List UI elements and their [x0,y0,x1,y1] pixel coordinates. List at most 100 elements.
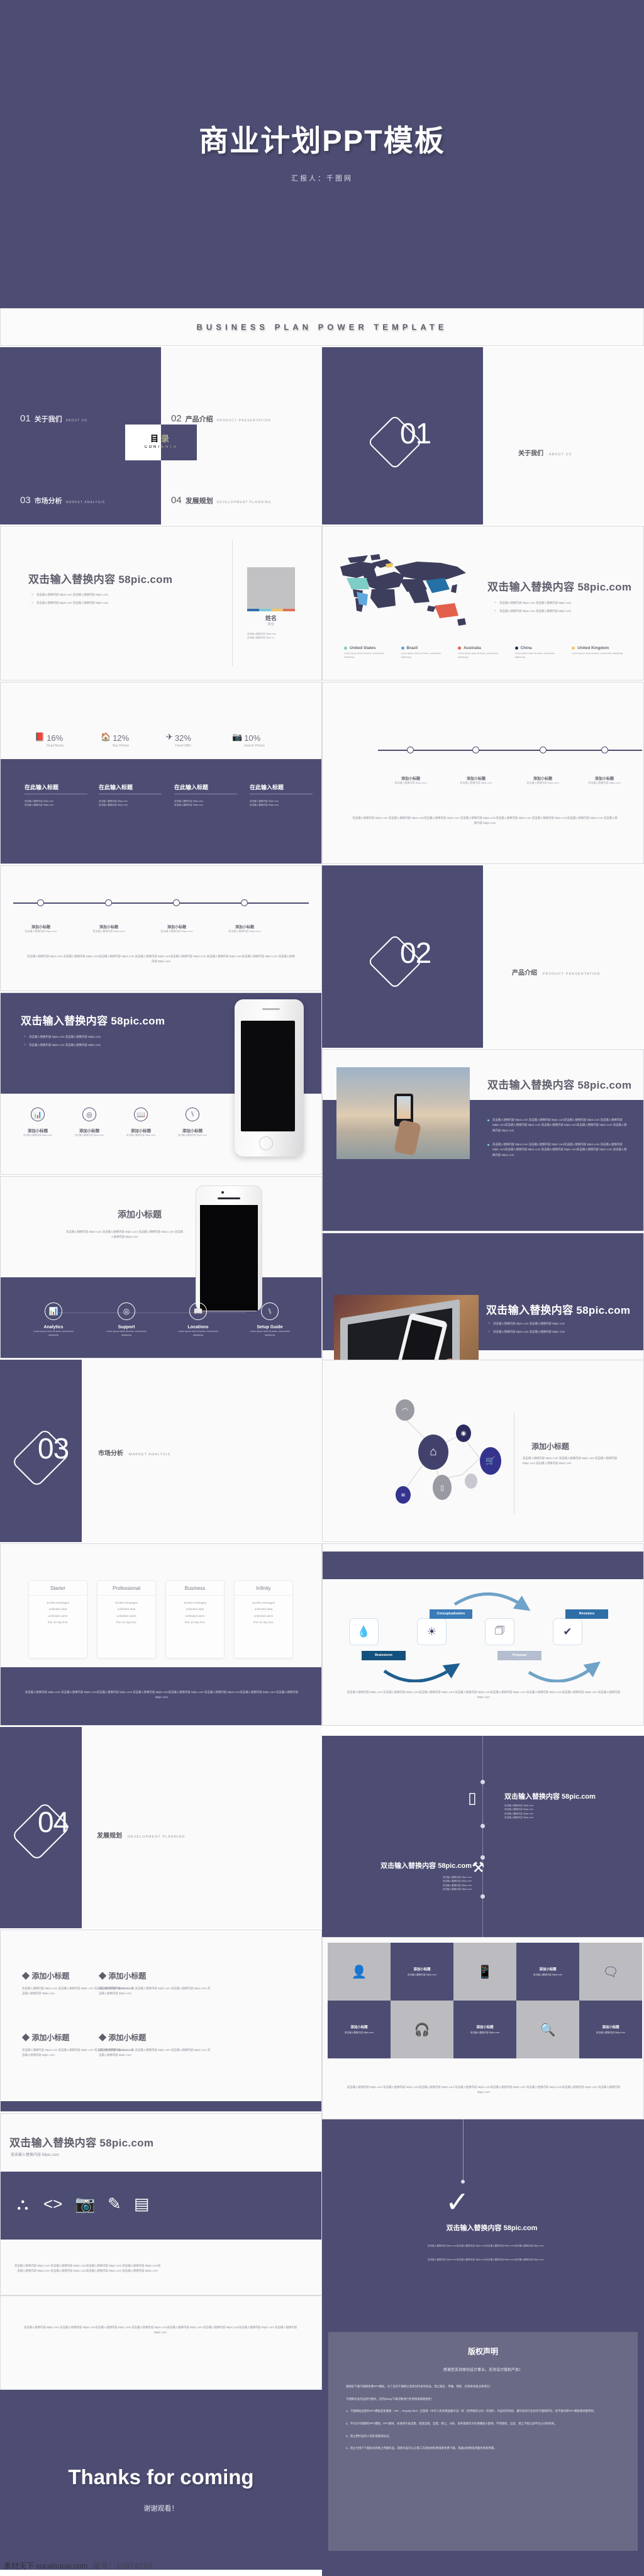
film-icon[interactable]: ▤ [134,2194,150,2214]
tile-headphones[interactable]: 🎧 [391,2001,453,2058]
phone-home-button[interactable] [259,1136,273,1150]
timeline-caption-title: 添加小标题 [533,777,552,781]
timeline-caption: 添加小标题 双击输入替换内容 58pic.com [579,775,630,786]
timeline-node[interactable] [173,899,180,906]
point-body: 双击输入替换内容 58pic.com 双击输入替换内容 58pic.com 双击… [99,1987,211,1996]
timeline-caption-sub: 双击输入替换内容 58pic.com [160,930,193,933]
process-tag-proposal: Proposal [497,1651,541,1660]
tile-phone[interactable]: 📱 [453,1943,516,2001]
pencil-icon[interactable]: ✎ [108,2194,121,2214]
pricing-row: unlimited data [117,1607,136,1611]
tile-sub: 双击输入替换内容 58pic.com [596,2031,626,2034]
diamond-bullet-icon: ◆ [22,2033,30,2042]
section-label: 关于我们 ABOUT US [518,448,572,457]
timeline-node[interactable] [540,747,547,753]
check-connector-line [463,2119,464,2181]
bullet-text: 双击输入替换内容 58pic.com 双击输入替换内容 58pic.com [36,593,109,596]
phone-speaker [218,1197,240,1199]
phone2-body: 双击输入替换内容 58pic.com 双击输入替换内容 58pic.com 双击… [66,1230,183,1239]
toc-label-cn: 关于我们 [34,416,62,423]
toc-item-02[interactable]: 02 产品介绍 PRODUCT PRESENTATION [171,413,271,424]
pricing-card-infinity[interactable]: Infinity 10,000 messages unlimited data … [234,1580,293,1658]
ppt-template-preview-sheet: 商业计划PPT模板 汇报人：千图网 BUSINESS PLAN POWER TE… [0,0,644,2576]
point-body: 双击输入替换内容 58pic.com 双击输入替换内容 58pic.com 双击… [99,2048,211,2057]
stats-card: 在此输入标题 双击输入替换内容 58pic.com 双击输入替换内容 58pic… [174,783,237,808]
timeline-node[interactable] [480,1824,485,1828]
tools-icon: ⑊ [186,1108,199,1121]
timeline-caption-sub: 双击输入替换内容 58pic.com [92,930,125,933]
vtimeline-line: 双击输入替换内容 58pic.com [504,1816,534,1819]
process-card-proposal: 🗇 [485,1618,514,1645]
toc-item-01[interactable]: 01 关于我们 ABOUT US [20,413,87,424]
timeline-node[interactable] [601,747,608,753]
toc-label-en: PRODUCT PRESENTATION [216,419,271,423]
section-label-cn: 关于我们 [518,450,543,457]
legend-item: United Kingdom Lorem ipsum dolor sit ame… [572,646,627,660]
tile-chat[interactable]: 🗨 [579,1943,642,2001]
timeline-node[interactable] [472,747,479,753]
copyright-panel: 版权声明 感谢您支持原创设计事业，支持设计版权产品！ 感谢您下载千图网免费PPT… [328,2332,638,2551]
bullet-text: 双击输入替换内容 58pic.com 双击输入替换内容 58pic.com [29,1035,101,1038]
section-number: 03 [38,1432,69,1465]
pricing-card-professional[interactable]: Professional 10,000 messages unlimited d… [97,1580,156,1658]
feature-title: 添加小标题 [28,1129,48,1133]
tile-caption-3[interactable]: 添加小标题 双击输入替换内容 58pic.com [328,2001,391,2058]
timeline-node[interactable] [480,1780,485,1784]
tile-user[interactable]: 👤 [328,1943,391,2001]
toc-item-03[interactable]: 03 市场分析 MARKET ANALYSIS [20,495,105,506]
toc-number: 02 [171,413,182,424]
sitemap-icon[interactable]: ⛬ [17,2194,28,2214]
point-title-text: 添加小标题 [108,2033,147,2042]
bar-chart-icon: 📊 [45,1302,62,1320]
sunset-photo [336,1067,470,1159]
bullet-item: ↘ 双击输入替换内容 58pic.com 双击输入替换内容 58pic.com [494,601,638,606]
slide-section-01: 01 关于我们 ABOUT US [322,347,644,525]
arrow-icon: ↘ [23,1035,26,1038]
slide-banner: BUSINESS PLAN POWER TEMPLATE [0,308,644,346]
tile-caption-1[interactable]: 添加小标题 双击输入替换内容 58pic.com [391,1943,453,2001]
pricing-card-starter[interactable]: Starter 10,000 messages unlimited data u… [28,1580,87,1658]
slide-grid-tiles: 👤 添加小标题 双击输入替换内容 58pic.com 📱 添加小标题 双击输入替… [322,1937,644,2119]
timeline-node[interactable] [37,899,44,906]
tile-caption-4[interactable]: 添加小标题 双击输入替换内容 58pic.com [453,2001,516,2058]
network-title: 添加小标题 [531,1442,570,1451]
feature-title: 添加小标题 [182,1129,203,1133]
section-label-cn: 产品介绍 [512,970,537,977]
code-icon[interactable]: <> [43,2194,62,2214]
stat-label: Read Books [47,744,64,748]
section-label-en: ABOUT US [549,453,572,457]
tile-search[interactable]: 🔍 [516,2001,579,2058]
icon-strip-sub: 双击输入替换内容 58pic.com [11,2153,60,2157]
pricing-card-business[interactable]: Business 10,000 messages unlimited data … [165,1580,225,1658]
slide-spacer-left: 双击输入替换内容 58pic.com 双击输入替换内容 58pic.com双击输… [0,2296,322,2390]
timeline-caption: 添加小标题 双击输入替换内容 58pic.com [16,924,66,934]
slide-profile: 双击输入替换内容 58pic.com ↘ 双击输入替换内容 58pic.com … [0,526,322,680]
toc-number: 01 [20,413,31,424]
section-label-en: MARKET ANALYSIS [129,1453,171,1457]
slide-thanks: Thanks for coming 谢谢观看！ [0,2390,322,2570]
book-icon: 📕 [35,732,45,741]
stats-card-line: 双击输入替换内容 58pic.com [99,804,128,807]
toc-item-04[interactable]: 04 发展规划 DEVELOPMENT PLANNING [171,495,271,506]
timeline-node[interactable] [407,747,414,753]
headphones-icon: 🎧 [414,2023,430,2037]
feature-title: Analytics [43,1325,64,1330]
point-title: ◆ 添加小标题 [99,1970,212,1981]
bullet-text: 双击输入替换内容 58pic.com 双击输入替换内容 58pic.com [499,601,572,604]
legend-item: Brazil Lorem ipsum dolor sit amet, conse… [401,646,451,660]
network-link-lines [405,1419,480,1489]
profile-detail: 双击输入替换内容 58pic.com 双击输入替换内容 58pic.co [247,632,297,640]
vtimeline-lines: 双击输入替换内容 58pic.com 双击输入替换内容 58pic.com 双击… [504,1804,599,1820]
timeline-node[interactable] [105,899,112,906]
point-title-text: 添加小标题 [108,1972,147,1980]
stat-percent: 32% [174,733,191,743]
check-paragraph: 双击输入替换内容 58pic.com双击输入替换内容 58pic.com双击输入… [428,2258,544,2261]
section-label-en: PRODUCT PRESENTATION [543,972,601,976]
slide-copyright: 版权声明 感谢您支持原创设计事业，支持设计版权产品！ 感谢您下载千图网免费PPT… [322,2302,644,2576]
tile-caption-2[interactable]: 添加小标题 双击输入替换内容 58pic.com [516,1943,579,2001]
timeline-node[interactable] [241,899,248,906]
tile-caption-5[interactable]: 添加小标题 双击输入替换内容 58pic.com [579,2001,642,2058]
camera-icon[interactable]: 📷 [75,2194,95,2214]
timeline-node[interactable] [480,1894,485,1899]
arrow-icon: ↘ [487,1330,491,1334]
